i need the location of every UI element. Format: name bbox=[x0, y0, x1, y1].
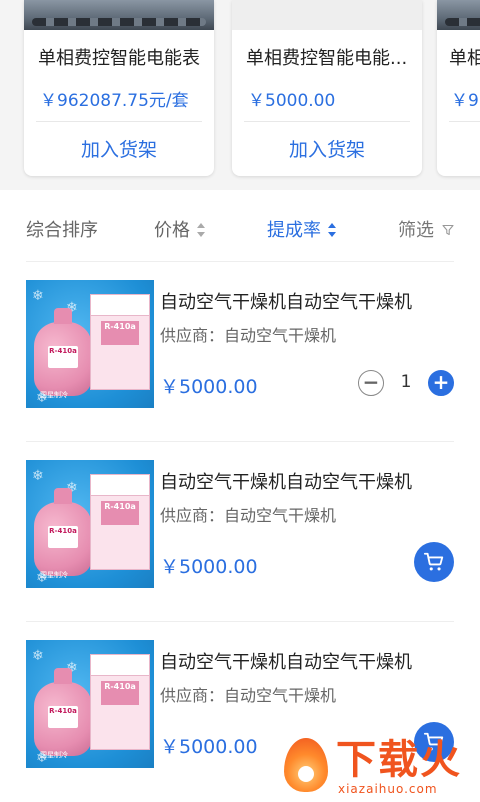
product-title: 自动空气干燥机自动空气干燥机 bbox=[160, 292, 412, 313]
filter-icon bbox=[442, 224, 454, 236]
increase-quantity-button[interactable]: + bbox=[428, 370, 454, 396]
product-supplier: 供应商：自动空气干燥机 bbox=[160, 686, 337, 705]
sort-label: 综合排序 bbox=[26, 220, 98, 241]
product-title: 自动空气干燥机自动空气干燥机 bbox=[160, 652, 412, 673]
carousel-card[interactable]: 单相费控智能电能... ￥5000.00 加入货架 bbox=[232, 0, 422, 176]
product-title: 自动空气干燥机自动空气干燥机 bbox=[160, 472, 412, 493]
product-thumbnail: ❄ ❄ ❄ R-410a R-410a 国星制冷 bbox=[26, 640, 154, 768]
sort-label: 提成率 bbox=[267, 220, 321, 241]
card-title: 单相费控智能电能... bbox=[246, 48, 408, 69]
card-price: ￥5000.00 bbox=[248, 91, 336, 111]
product-item[interactable]: ❄ ❄ ❄ R-410a R-410a 国星制冷 自动空气干燥机自动空气干燥机 … bbox=[0, 262, 480, 442]
card-title: 单相 bbox=[449, 48, 480, 69]
add-to-shelf-button[interactable]: 加入货架 bbox=[24, 135, 214, 162]
sort-arrows-icon bbox=[327, 223, 337, 237]
product-supplier: 供应商：自动空气干燥机 bbox=[160, 506, 337, 525]
product-thumbnail: ❄ ❄ ❄ R-410a R-410a 国星制冷 bbox=[26, 280, 154, 408]
sort-commission-rate[interactable]: 提成率 bbox=[267, 216, 337, 242]
quantity-stepper: − 1 + bbox=[358, 370, 454, 398]
add-to-shelf-button[interactable]: 加入货架 bbox=[232, 135, 422, 162]
card-image bbox=[232, 0, 422, 30]
sort-label: 价格 bbox=[154, 220, 190, 241]
cart-icon bbox=[423, 552, 444, 571]
decrease-quantity-button[interactable]: − bbox=[358, 370, 384, 396]
sort-price[interactable]: 价格 bbox=[154, 216, 206, 242]
flame-icon bbox=[284, 738, 328, 792]
add-to-cart-button[interactable] bbox=[414, 542, 454, 582]
card-price: ￥96 bbox=[451, 91, 480, 111]
card-divider bbox=[449, 121, 480, 122]
product-supplier: 供应商：自动空气干燥机 bbox=[160, 326, 337, 345]
quantity-value: 1 bbox=[400, 372, 412, 392]
filter-button[interactable]: 筛选 bbox=[398, 216, 454, 242]
card-price: ￥962087.75元/套 bbox=[40, 91, 189, 111]
carousel-card[interactable]: 单相 ￥96 bbox=[437, 0, 480, 176]
product-thumbnail: ❄ ❄ ❄ R-410a R-410a 国星制冷 bbox=[26, 460, 154, 588]
product-price: ￥5000.00 bbox=[160, 376, 258, 398]
watermark-url: xiazaihuo.com bbox=[338, 782, 438, 796]
product-item[interactable]: ❄ ❄ ❄ R-410a R-410a 国星制冷 自动空气干燥机自动空气干燥机 … bbox=[0, 442, 480, 622]
recommend-carousel[interactable]: 单相费控智能电能表 ￥962087.75元/套 加入货架 单相费控智能电能...… bbox=[0, 0, 480, 190]
filter-label: 筛选 bbox=[398, 220, 434, 241]
sort-arrows-icon bbox=[196, 223, 206, 237]
product-price: ￥5000.00 bbox=[160, 736, 258, 758]
watermark-text: 下载火 bbox=[336, 737, 462, 783]
card-title: 单相费控智能电能表 bbox=[38, 48, 200, 69]
card-divider bbox=[244, 121, 410, 122]
sort-bar: 综合排序 价格 提成率 筛选 bbox=[0, 190, 480, 262]
carousel-card[interactable]: 单相费控智能电能表 ￥962087.75元/套 加入货架 bbox=[24, 0, 214, 176]
sort-comprehensive[interactable]: 综合排序 bbox=[26, 216, 98, 242]
card-image bbox=[437, 0, 480, 30]
card-divider bbox=[36, 121, 202, 122]
card-image bbox=[24, 0, 214, 30]
product-price: ￥5000.00 bbox=[160, 556, 258, 578]
watermark-logo: 下载火 xiazaihuo.com bbox=[284, 738, 474, 798]
